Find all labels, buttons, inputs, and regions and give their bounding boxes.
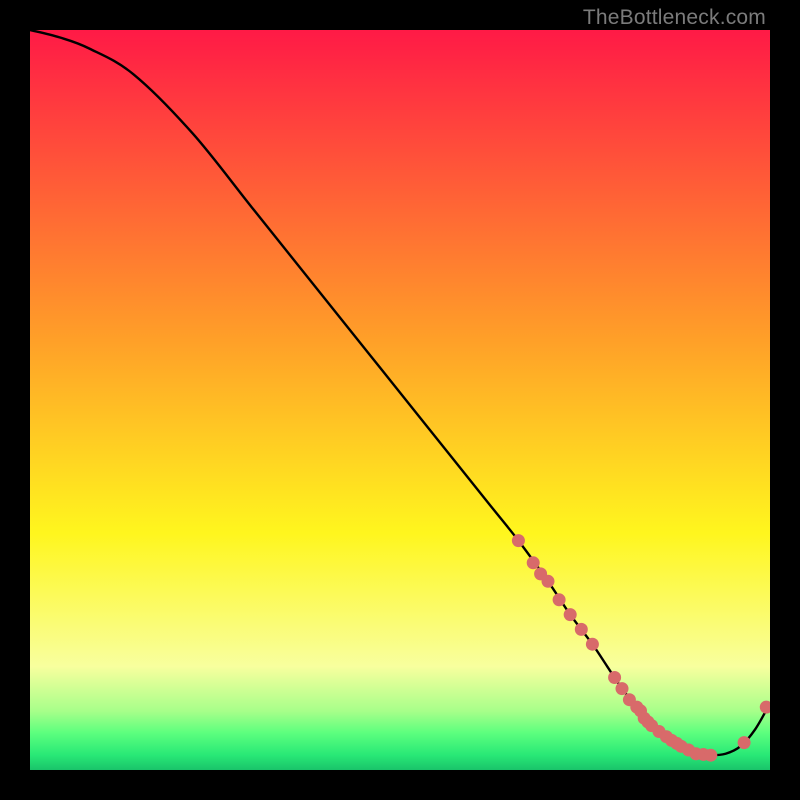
curve-marker [608, 671, 621, 684]
curve-marker [704, 749, 717, 762]
curve-marker [760, 701, 770, 714]
plot-area [30, 30, 770, 770]
curve-marker [738, 736, 751, 749]
curve-markers [512, 534, 770, 762]
curve-marker [553, 593, 566, 606]
bottleneck-curve [30, 30, 770, 755]
curve-marker [512, 534, 525, 547]
curve-marker [616, 682, 629, 695]
watermark-text: TheBottleneck.com [583, 6, 766, 30]
curve-marker [586, 638, 599, 651]
curve-layer [30, 30, 770, 770]
curve-marker [542, 575, 555, 588]
chart-stage: TheBottleneck.com [0, 0, 800, 800]
curve-marker [564, 608, 577, 621]
curve-marker [575, 623, 588, 636]
curve-marker [527, 556, 540, 569]
